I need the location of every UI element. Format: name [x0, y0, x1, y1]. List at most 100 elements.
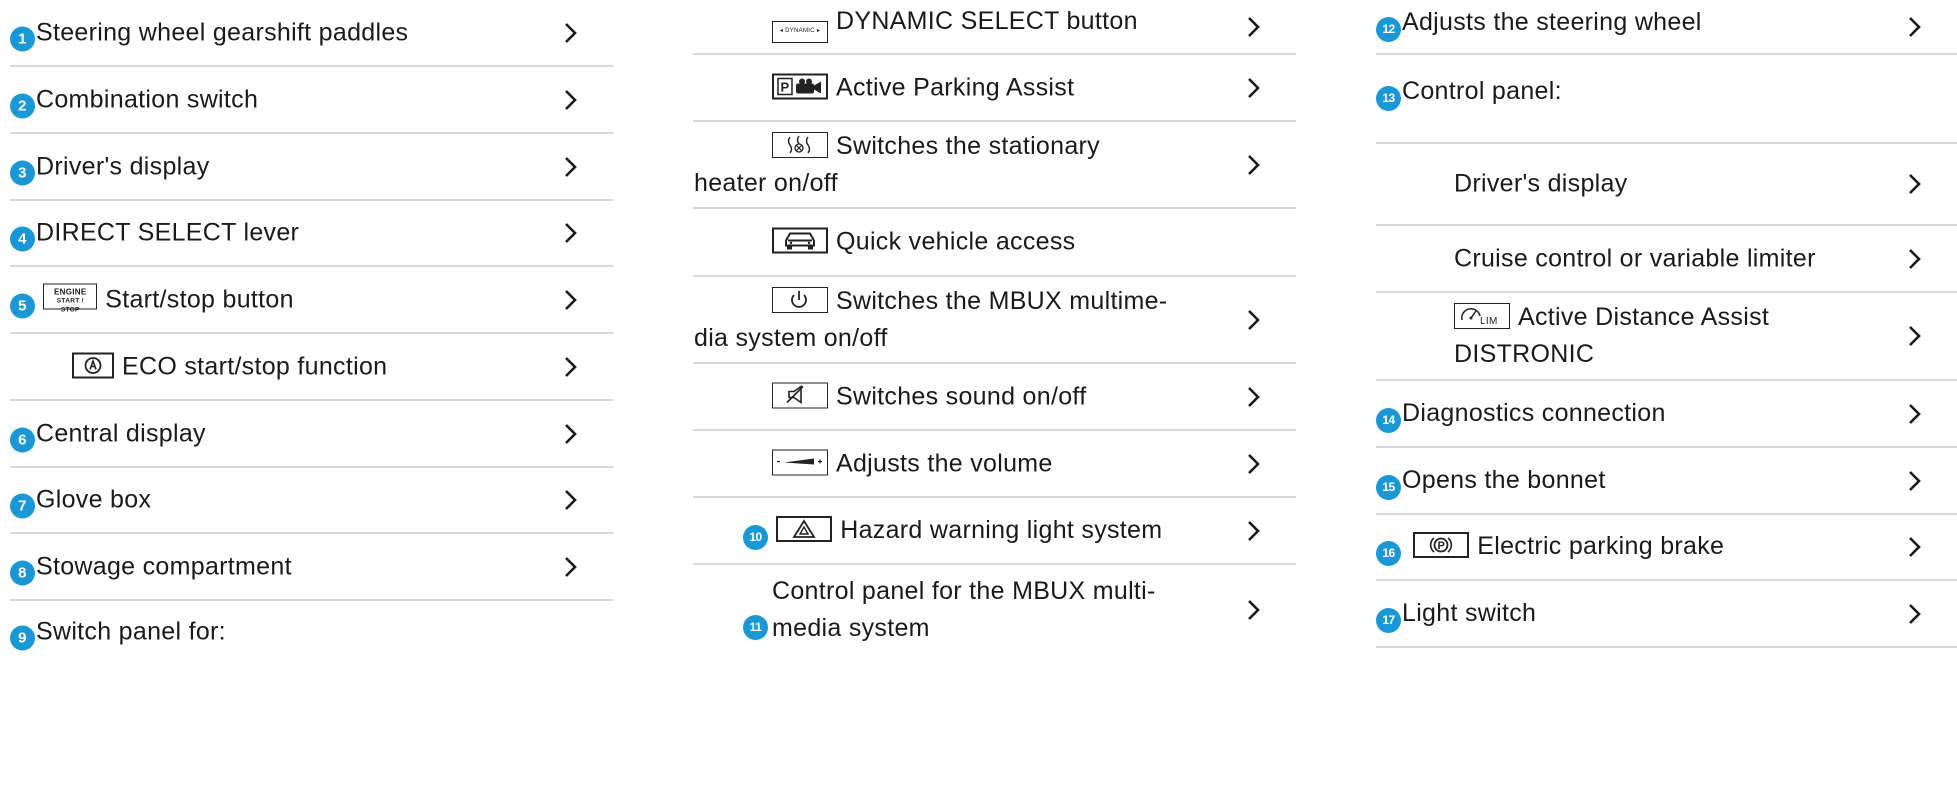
list-item-combination-switch[interactable]: 2 Combination switch — [10, 67, 613, 134]
list-item-eco-start-stop[interactable]: ECO start/stop function — [10, 334, 613, 401]
hazard-warning-icon — [776, 515, 833, 542]
item-label: Active Parking Assist — [836, 73, 1075, 101]
item-label: Diagnostics connection — [1402, 398, 1666, 427]
column-3: 12 Adjusts the steering wheel 13 Control p… — [1376, 0, 1957, 648]
item-label: Switches the stationary — [836, 131, 1100, 160]
item-label: Control panel for the MBUX multi- — [772, 577, 1156, 605]
list-item-central-display[interactable]: 6 Central display — [10, 401, 613, 468]
list-item-light-switch[interactable]: 17 Light switch — [1376, 581, 1957, 648]
list-item-mbux-power[interactable]: Switches the MBUX multime- dia system on… — [693, 277, 1296, 364]
list-item-distronic[interactable]: LIM Active Distance Assist DISTRONIC — [1376, 293, 1957, 381]
item-label: Adjusts the volume — [836, 449, 1053, 477]
item-label-line2: dia system on/off — [694, 323, 888, 352]
callout-number: 2 — [10, 93, 35, 118]
stationary-heater-icon — [772, 131, 828, 158]
engine-start-stop-key-icon: ENGINE START / STOP — [43, 283, 98, 313]
list-item-start-stop-button[interactable]: 5 ENGINE START / STOP Start/stop button — [10, 267, 613, 334]
chevron-right-icon — [1909, 403, 1921, 424]
callout-number: 14 — [1376, 407, 1401, 433]
callout-number: 13 — [1376, 85, 1401, 111]
list-item-glove-box[interactable]: 7 Glove box — [10, 468, 613, 534]
volume-icon — [772, 449, 828, 475]
dynamic-select-icon: ◂ DYNAMIC ▸ — [772, 21, 828, 44]
item-label: DIRECT SELECT lever — [36, 218, 300, 247]
distronic-icon: LIM — [1454, 303, 1510, 329]
item-label: Control panel: — [1402, 76, 1562, 105]
list-item-quick-vehicle-access[interactable]: Quick vehicle access — [693, 209, 1296, 277]
callout-number: 10 — [743, 524, 768, 550]
power-icon — [772, 286, 828, 313]
list-item-hazard-warning[interactable]: 10 Hazard warning light system — [693, 498, 1296, 565]
chevron-right-icon — [565, 223, 577, 243]
item-label: Central display — [36, 419, 206, 447]
chevron-right-icon — [1248, 386, 1260, 407]
list-item-adjust-steering-wheel[interactable]: 12 Adjusts the steering wheel — [1376, 0, 1957, 55]
callout-number: 1 — [10, 26, 35, 51]
item-label-line2: media system — [772, 614, 930, 642]
callout-number: 12 — [1376, 17, 1401, 43]
list-item-switch-panel: 9 Switch panel for: — [10, 601, 613, 663]
list-item-cruise-control[interactable]: Cruise control or variable limiter — [1376, 226, 1957, 293]
item-label: Stowage compartment — [36, 552, 292, 580]
item-label: Start/stop button — [105, 285, 294, 313]
item-label: Glove box — [36, 485, 152, 514]
callout-number: 8 — [10, 560, 35, 585]
chevron-right-icon — [1909, 326, 1921, 346]
chevron-right-icon — [1909, 603, 1921, 624]
list-item-direct-select-lever[interactable]: 4 DIRECT SELECT lever — [10, 201, 613, 267]
chevron-right-icon — [1909, 470, 1921, 491]
list-item-active-parking-assist[interactable]: P Active Parking Assist — [693, 55, 1296, 122]
callout-number: 11 — [743, 615, 768, 640]
chevron-right-icon — [565, 490, 577, 510]
item-label-line2: heater on/off — [694, 168, 838, 197]
chevron-right-icon — [1909, 248, 1921, 269]
chevron-right-icon — [1248, 309, 1260, 330]
list-item-diagnostics-connection[interactable]: 14 Diagnostics connection — [1376, 381, 1957, 448]
chevron-right-icon — [565, 289, 577, 310]
chevron-right-icon — [1248, 16, 1260, 37]
item-label: Opens the bonnet — [1402, 465, 1606, 494]
callout-number: 4 — [10, 226, 35, 252]
callout-number: 3 — [10, 160, 35, 185]
item-label: Driver's display — [36, 152, 210, 180]
chevron-right-icon — [1248, 520, 1260, 541]
item-label-line2: DISTRONIC — [1454, 340, 1595, 368]
chevron-right-icon — [1909, 16, 1921, 37]
column-2: ◂ DYNAMIC ▸ DYNAMIC SELECT button P Activ… — [693, 0, 1296, 655]
list-item-control-panel: 13 Control panel: — [1376, 55, 1957, 144]
item-label: Adjusts the steering wheel — [1402, 8, 1702, 37]
list-item-volume[interactable]: Adjusts the volume — [693, 431, 1296, 498]
chevron-right-icon — [1248, 453, 1260, 474]
list-item-mbux-control-panel[interactable]: 11 Control panel for the MBUX multi- med… — [693, 565, 1296, 655]
list-item-drivers-display[interactable]: 3 Driver's display — [10, 134, 613, 201]
eco-start-stop-icon — [72, 352, 114, 378]
item-label: Switches sound on/off — [836, 382, 1087, 410]
list-item-opens-bonnet[interactable]: 15 Opens the bonnet — [1376, 448, 1957, 515]
svg-text:LIM: LIM — [1480, 316, 1498, 326]
chevron-right-icon — [1909, 537, 1921, 557]
item-label: Combination switch — [36, 85, 259, 113]
list-item-drivers-display-2[interactable]: Driver's display — [1376, 144, 1957, 226]
list-item-sound-on-off[interactable]: Switches sound on/off — [693, 364, 1296, 431]
item-label: Light switch — [1402, 598, 1537, 627]
list-item-electric-parking-brake[interactable]: 16 P Electric parking brake — [1376, 515, 1957, 581]
svg-text:P: P — [781, 79, 790, 94]
list-item-stationary-heater[interactable]: Switches the stationary heater on/off — [693, 122, 1296, 209]
electric-parking-brake-icon: P — [1413, 532, 1470, 558]
quick-vehicle-access-icon — [772, 227, 828, 254]
list-item-gearshift-paddles[interactable]: 1 Steering wheel gearshift paddles — [10, 0, 613, 67]
chevron-right-icon — [565, 423, 577, 444]
chevron-right-icon — [1248, 77, 1260, 98]
callout-number: 5 — [10, 293, 35, 318]
chevron-right-icon — [565, 356, 577, 377]
column-1: 1 Steering wheel gearshift paddles 2 Combi… — [10, 0, 613, 663]
callout-number: 15 — [1376, 474, 1401, 500]
callout-number: 9 — [10, 625, 35, 651]
item-label: Hazard warning light system — [840, 515, 1163, 544]
callout-number: 7 — [10, 493, 35, 519]
callout-number: 6 — [10, 427, 35, 452]
list-item-stowage-compartment[interactable]: 8 Stowage compartment — [10, 534, 613, 601]
list-item-dynamic-select[interactable]: ◂ DYNAMIC ▸ DYNAMIC SELECT button — [693, 0, 1296, 55]
chevron-right-icon — [1248, 600, 1260, 620]
item-label: ECO start/stop function — [122, 352, 388, 380]
